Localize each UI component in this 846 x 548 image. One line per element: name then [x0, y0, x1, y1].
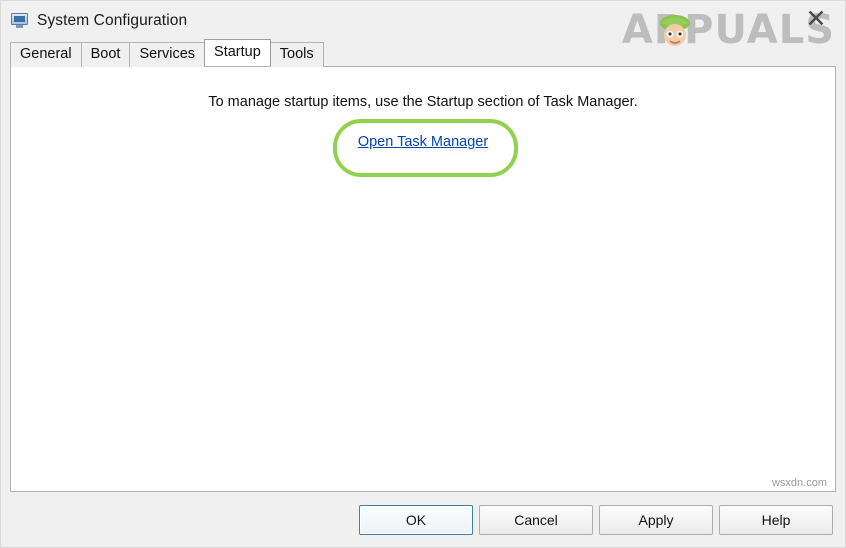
tab-services[interactable]: Services	[129, 42, 206, 67]
window-title: System Configuration	[37, 12, 188, 29]
open-task-manager-link[interactable]: Open Task Manager	[358, 134, 488, 150]
watermark-site: wsxdn.com	[771, 477, 827, 489]
tab-general[interactable]: General	[10, 42, 82, 67]
startup-instruction-text: To manage startup items, use the Startup…	[208, 94, 638, 110]
tab-startup[interactable]: Startup	[204, 39, 271, 66]
apply-button[interactable]: Apply	[599, 504, 713, 535]
open-task-manager-link-row: Open Task Manager	[11, 133, 835, 151]
ok-button[interactable]: OK	[359, 504, 473, 535]
title-bar: System Configuration APPUALS ✕	[1, 1, 845, 52]
dialog-button-bar: OK Cancel Apply Help	[1, 492, 845, 547]
startup-tab-panel: To manage startup items, use the Startup…	[10, 66, 836, 492]
tab-boot[interactable]: Boot	[80, 42, 131, 67]
tab-tools[interactable]: Tools	[269, 42, 324, 67]
tab-strip: General Boot Services Startup Tools	[1, 39, 845, 67]
system-configuration-window: System Configuration APPUALS ✕ General B…	[0, 0, 846, 548]
help-button[interactable]: Help	[719, 504, 833, 535]
system-config-icon	[11, 12, 29, 30]
close-icon[interactable]: ✕	[799, 3, 833, 33]
cancel-button[interactable]: Cancel	[479, 504, 593, 535]
